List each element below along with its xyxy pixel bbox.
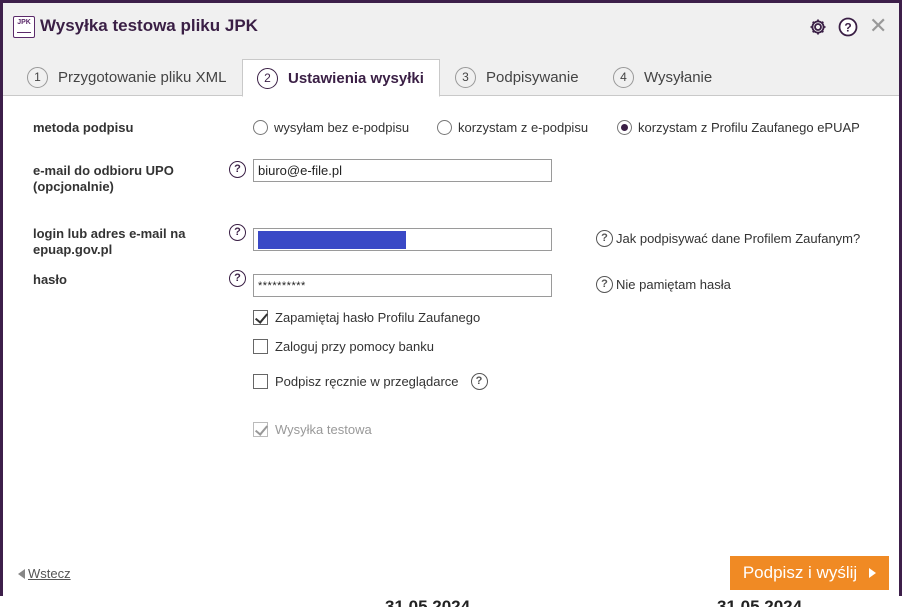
checkbox-label: Wysyłka testowa — [275, 422, 372, 437]
help-icon: ? — [596, 230, 613, 247]
play-arrow-icon — [869, 568, 877, 578]
bank-login-checkbox[interactable]: Zaloguj przy pomocy banku — [253, 339, 434, 354]
tab-number: 3 — [455, 67, 476, 88]
radio-label: wysyłam bez e-podpisu — [274, 119, 410, 135]
checkbox[interactable] — [253, 310, 268, 325]
tab-number: 1 — [27, 67, 48, 88]
login-label-line2: epuap.gov.pl — [33, 242, 113, 257]
tab-przygotowanie[interactable]: 1 Przygotowanie pliku XML — [27, 59, 226, 96]
radio-button[interactable] — [437, 119, 452, 135]
radio-label: korzystam z Profilu Zaufanego ePUAP — [638, 119, 860, 135]
forgot-password-link[interactable]: ? Nie pamiętam hasła — [596, 276, 731, 293]
title-bar: JPK Wysyłka testowa pliku JPK ? ✕ — [3, 3, 899, 51]
tab-wysylanie[interactable]: 4 Wysyłanie — [613, 59, 712, 96]
checkbox[interactable] — [253, 374, 268, 389]
redacted-login — [258, 231, 406, 249]
radio-epuap[interactable]: korzystam z Profilu Zaufanego ePUAP — [617, 118, 860, 136]
checkbox — [253, 422, 268, 437]
arrow-left-icon — [18, 568, 25, 579]
close-icon[interactable]: ✕ — [869, 15, 887, 37]
tab-label: Przygotowanie pliku XML — [58, 69, 227, 86]
help-icon[interactable]: ? — [838, 17, 858, 37]
dialog-title: Wysyłka testowa pliku JPK — [40, 16, 258, 35]
back-label: Wstecz — [28, 566, 71, 581]
jpk-logo-icon: JPK — [13, 16, 35, 38]
email-label-line1: e-mail do odbioru UPO — [33, 163, 174, 178]
tab-label: Ustawienia wysyłki — [288, 69, 424, 87]
tab-number: 4 — [613, 67, 634, 88]
forgot-password-text: Nie pamiętam hasła — [616, 277, 731, 292]
tab-label: Wysyłanie — [644, 69, 713, 86]
profile-signing-help-link[interactable]: ? Jak podpisywać dane Profilem Zaufanym? — [596, 230, 860, 247]
back-link[interactable]: Wstecz — [18, 566, 71, 581]
checkbox[interactable] — [253, 339, 268, 354]
submit-label: Podpisz i wyślij — [742, 563, 858, 582]
help-icon: ? — [596, 276, 613, 293]
tab-number: 2 — [257, 67, 278, 89]
help-icon[interactable]: ? — [229, 270, 246, 287]
svg-text:?: ? — [844, 21, 851, 35]
test-send-checkbox: Wysyłka testowa — [253, 422, 372, 437]
method-label: metoda podpisu — [33, 120, 134, 135]
radio-label: korzystam z e-podpisu — [458, 119, 589, 135]
tab-label: Podpisywanie — [486, 69, 579, 86]
password-field[interactable]: ********** — [253, 274, 552, 297]
radio-no-signature[interactable]: wysyłam bez e-podpisu — [253, 118, 409, 136]
radio-button[interactable] — [617, 119, 632, 135]
help-icon[interactable]: ? — [229, 224, 246, 241]
gear-icon[interactable] — [808, 17, 828, 37]
login-field[interactable] — [253, 228, 552, 251]
radio-e-signature[interactable]: korzystam z e-podpisu — [437, 118, 588, 136]
login-label: login lub adres e-mail na epuap.gov.pl — [33, 226, 185, 258]
manual-sign-checkbox[interactable]: Podpisz ręcznie w przeglądarce ? — [253, 373, 488, 390]
email-label-line2: (opcjonalnie) — [33, 179, 114, 194]
sign-and-send-button[interactable]: Podpisz i wyślij — [730, 556, 889, 590]
checkbox-label: Podpisz ręcznie w przeglądarce — [275, 374, 459, 389]
tab-podpisywanie[interactable]: 3 Podpisywanie — [455, 59, 579, 96]
jpk-dialog: JPK Wysyłka testowa pliku JPK ? ✕ 1 Przy… — [3, 3, 899, 600]
help-icon[interactable]: ? — [470, 373, 488, 390]
password-label: hasło — [33, 272, 67, 287]
help-icon[interactable]: ? — [229, 161, 246, 178]
tab-ustawienia[interactable]: 2 Ustawienia wysyłki — [242, 59, 440, 97]
help-link-text: Jak podpisywać dane Profilem Zaufanym? — [616, 231, 861, 246]
wizard-tabs: 1 Przygotowanie pliku XML 2 Ustawienia w… — [3, 51, 899, 97]
radio-button[interactable] — [253, 119, 268, 135]
email-label: e-mail do odbioru UPO (opcjonalnie) — [33, 163, 174, 195]
email-field[interactable]: biuro@e-file.pl — [253, 159, 552, 182]
remember-password-checkbox[interactable]: Zapamiętaj hasło Profilu Zaufanego — [253, 310, 480, 325]
login-label-line1: login lub adres e-mail na — [33, 226, 186, 241]
checkbox-label: Zapamiętaj hasło Profilu Zaufanego — [275, 310, 481, 325]
checkbox-label: Zaloguj przy pomocy banku — [275, 339, 434, 354]
